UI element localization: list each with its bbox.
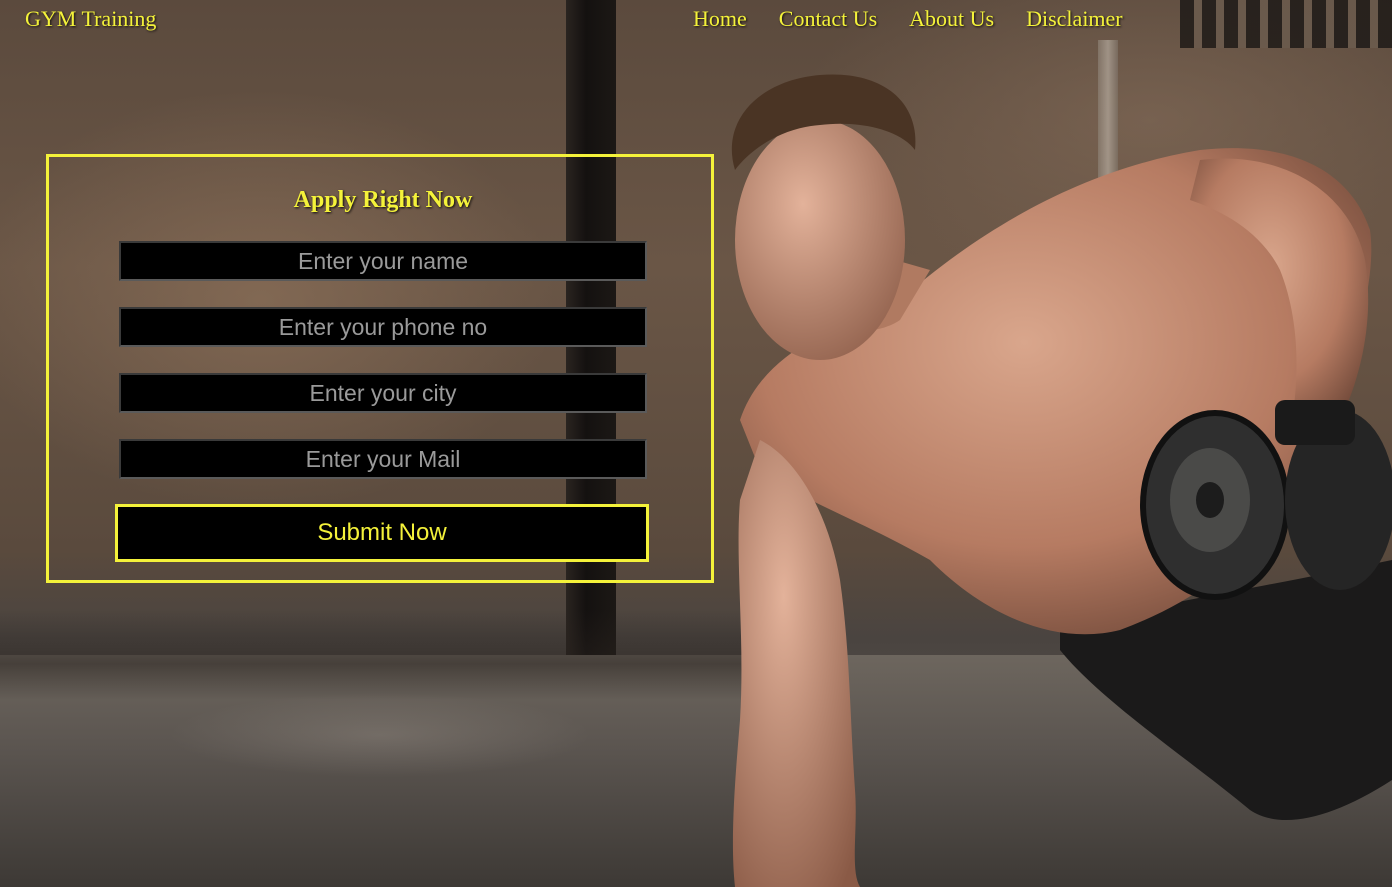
top-nav: Home Contact Us About Us Disclaimer (693, 6, 1123, 32)
city-input[interactable] (119, 373, 647, 413)
name-input[interactable] (119, 241, 647, 281)
submit-button[interactable]: Submit Now (115, 504, 649, 562)
apply-form: Apply Right Now Submit Now (46, 154, 714, 583)
mail-input[interactable] (119, 439, 647, 479)
nav-link-contact-us[interactable]: Contact Us (779, 6, 877, 32)
form-title: Apply Right Now (293, 187, 473, 213)
nav-link-disclaimer[interactable]: Disclaimer (1026, 6, 1123, 32)
phone-input[interactable] (119, 307, 647, 347)
brand-logo-text[interactable]: GYM Training (25, 6, 156, 32)
nav-link-home[interactable]: Home (693, 6, 747, 32)
nav-link-about-us[interactable]: About Us (909, 6, 994, 32)
